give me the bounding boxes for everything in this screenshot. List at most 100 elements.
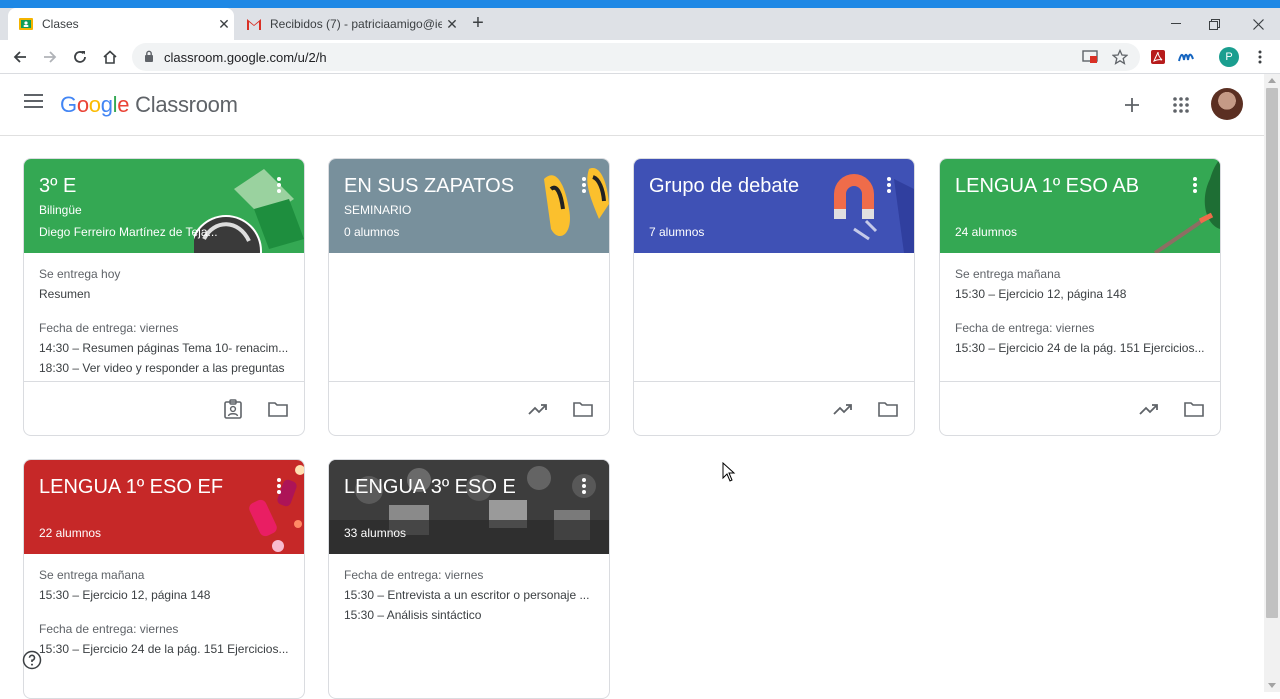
new-tab-icon[interactable]: +	[466, 12, 490, 36]
card-header-illustration	[1153, 159, 1220, 253]
card-header-illustration	[249, 465, 304, 552]
assignment-link[interactable]: 18:30 – Ver video y responder a las preg…	[39, 361, 289, 375]
card-body: Fecha de entrega: viernes 15:30 – Entrev…	[329, 554, 609, 683]
student-count: 33 alumnos	[344, 526, 407, 540]
student-count: 22 alumnos	[39, 526, 102, 540]
card-body	[634, 253, 914, 382]
tab-close-icon[interactable]: ✕	[214, 16, 234, 33]
card-title[interactable]: LENGUA 1º ESO AB	[955, 175, 1139, 198]
pdf-extension-icon[interactable]	[1147, 46, 1169, 68]
close-window-icon[interactable]	[1236, 8, 1280, 40]
card-more-options-icon[interactable]	[886, 177, 892, 195]
reload-icon[interactable]	[69, 46, 91, 68]
student-count: 0 alumnos	[344, 225, 400, 239]
gmail-favicon-icon	[246, 16, 262, 32]
card-title[interactable]: 3º E	[39, 175, 76, 198]
tab-close-icon[interactable]: ✕	[442, 16, 462, 33]
card-more-options-icon[interactable]	[1192, 177, 1198, 195]
card-title[interactable]: Grupo de debate	[649, 175, 799, 198]
browser-toolbar: classroom.google.com/u/2/h	[0, 40, 1280, 74]
card-more-options-icon[interactable]	[276, 177, 282, 195]
assignment-link[interactable]: 15:30 – Entrevista a un escritor o perso…	[344, 588, 594, 602]
card-title[interactable]: LENGUA 1º ESO EF	[39, 476, 223, 499]
assignment-link[interactable]: 15:30 – Ejercicio 12, página 148	[39, 588, 289, 602]
due-heading: Se entrega mañana	[955, 267, 1061, 281]
scroll-down-arrow-icon[interactable]	[1268, 683, 1276, 688]
card-header[interactable]: LENGUA 3º ESO E 33 alumnos	[329, 460, 609, 554]
assignment-link[interactable]: Resumen	[39, 287, 289, 301]
card-more-options-icon[interactable]	[581, 478, 587, 496]
card-footer	[24, 381, 304, 435]
google-wordmark: Google	[60, 92, 130, 117]
mouse-cursor-icon	[722, 461, 736, 487]
assignment-link[interactable]: 15:30 – Ejercicio 24 de la pág. 151 Ejer…	[955, 341, 1205, 355]
trending-up-icon[interactable]	[832, 398, 854, 420]
folder-icon[interactable]	[877, 398, 899, 420]
card-header[interactable]: LENGUA 1º ESO AB 24 alumnos	[940, 159, 1220, 253]
card-title[interactable]: EN SUS ZAPATOS	[344, 175, 514, 198]
assignment-link[interactable]: 15:30 – Análisis sintáctico	[344, 608, 594, 622]
folder-icon[interactable]	[1183, 398, 1205, 420]
card-more-options-icon[interactable]	[276, 478, 282, 496]
folder-icon[interactable]	[572, 398, 594, 420]
card-header[interactable]: Grupo de debate 7 alumnos	[634, 159, 914, 253]
restore-icon[interactable]	[1192, 8, 1236, 40]
class-card-en-sus-zapatos[interactable]: EN SUS ZAPATOS SEMINARIO 0 alumnos	[328, 158, 610, 436]
card-title[interactable]: LENGUA 3º ESO E	[344, 476, 516, 499]
page-scrollbar[interactable]	[1264, 74, 1280, 692]
apps-grid-icon[interactable]	[1168, 92, 1194, 118]
card-section: SEMINARIO	[344, 203, 412, 217]
card-section: Bilingüe	[39, 203, 82, 217]
due-heading: Fecha de entrega: viernes	[39, 321, 179, 335]
card-body	[329, 253, 609, 382]
card-header[interactable]: EN SUS ZAPATOS SEMINARIO 0 alumnos	[329, 159, 609, 253]
trending-up-icon[interactable]	[1138, 398, 1160, 420]
due-heading: Fecha de entrega: viernes	[955, 321, 1095, 335]
card-header[interactable]: LENGUA 1º ESO EF 22 alumnos	[24, 460, 304, 554]
card-teacher[interactable]: Diego Ferreiro Martínez de Teja...	[39, 225, 218, 239]
assignment-link[interactable]: 15:30 – Ejercicio 24 de la pág. 151 Ejer…	[39, 642, 289, 656]
profile-avatar[interactable]: P	[1219, 47, 1239, 67]
folder-icon[interactable]	[267, 398, 289, 420]
due-heading: Se entrega mañana	[39, 568, 145, 582]
classroom-logo[interactable]: Google Classroom	[60, 92, 238, 118]
back-arrow-icon[interactable]	[9, 46, 31, 68]
classroom-favicon-icon	[18, 16, 34, 32]
card-header-illustration	[544, 168, 609, 237]
classroom-wordmark: Classroom	[135, 92, 238, 117]
assignment-ind-icon[interactable]	[222, 398, 244, 420]
scroll-up-arrow-icon[interactable]	[1268, 78, 1276, 83]
class-card-lengua-1-eso-ef[interactable]: LENGUA 1º ESO EF 22 alumnos Se entrega m…	[23, 459, 305, 699]
assignment-link[interactable]: 15:30 – Ejercicio 12, página 148	[955, 287, 1205, 301]
student-count: 24 alumnos	[955, 225, 1018, 239]
class-card-lengua-1-eso-ab[interactable]: LENGUA 1º ESO AB 24 alumnos Se entrega m…	[939, 158, 1221, 436]
forward-arrow-icon[interactable]	[39, 46, 61, 68]
card-header-illustration	[834, 174, 914, 253]
bookmark-star-icon[interactable]	[1111, 48, 1129, 66]
browser-menu-icon[interactable]	[1249, 46, 1271, 68]
tab-recibidos[interactable]: Recibidos (7) - patriciaamigo@ie ✕	[236, 8, 462, 40]
cast-icon[interactable]	[1081, 48, 1099, 66]
class-card-lengua-3-eso-e[interactable]: LENGUA 3º ESO E 33 alumnos Fecha de entr…	[328, 459, 610, 699]
card-more-options-icon[interactable]	[581, 177, 587, 195]
tab-clases[interactable]: Clases ✕	[8, 8, 234, 40]
tab-title: Clases	[42, 17, 79, 31]
card-header[interactable]: 3º E Bilingüe Diego Ferreiro Martínez de…	[24, 159, 304, 253]
movistar-extension-icon[interactable]	[1176, 46, 1198, 68]
hamburger-menu-icon[interactable]	[24, 94, 43, 113]
trending-up-icon[interactable]	[527, 398, 549, 420]
home-icon[interactable]	[99, 46, 121, 68]
user-avatar[interactable]	[1211, 88, 1243, 120]
address-field[interactable]: classroom.google.com/u/2/h	[132, 43, 1140, 71]
add-class-icon[interactable]	[1119, 92, 1145, 118]
help-icon[interactable]	[22, 650, 42, 670]
scroll-thumb[interactable]	[1266, 88, 1278, 618]
card-footer	[634, 381, 914, 435]
class-card-grupo-de-debate[interactable]: Grupo de debate 7 alumnos	[633, 158, 915, 436]
card-footer	[329, 381, 609, 435]
student-count: 7 alumnos	[649, 225, 705, 239]
card-body: Se entrega mañana 15:30 – Ejercicio 12, …	[24, 554, 304, 683]
assignment-link[interactable]: 14:30 – Resumen páginas Tema 10- renacim…	[39, 341, 289, 355]
class-card-3e[interactable]: 3º E Bilingüe Diego Ferreiro Martínez de…	[23, 158, 305, 436]
window-accent-strip	[0, 0, 1280, 8]
